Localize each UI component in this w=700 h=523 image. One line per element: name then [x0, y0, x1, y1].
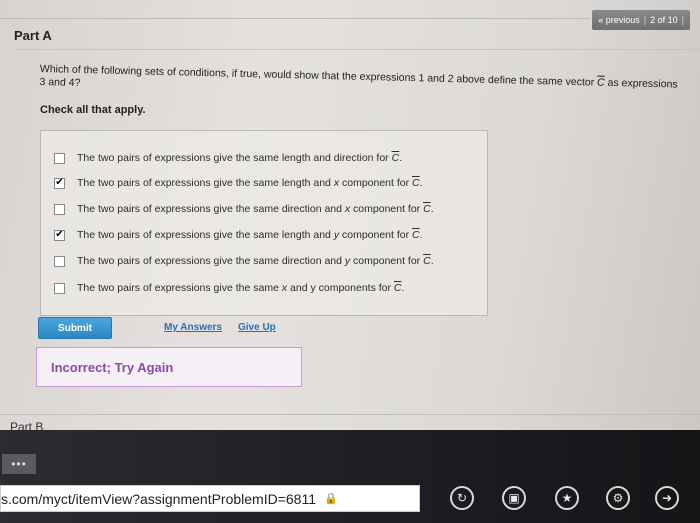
option-1-label: The two pairs of expressions give the sa…: [77, 152, 403, 164]
nav-separator: |: [643, 15, 647, 25]
option-4[interactable]: The two pairs of expressions give the sa…: [54, 229, 423, 241]
option-5[interactable]: The two pairs of expressions give the sa…: [54, 255, 434, 267]
more-options-button[interactable]: •••: [2, 454, 36, 474]
browser-app-bar: ••• s.com/myct/itemView?assignmentProble…: [0, 430, 700, 523]
url-text: s.com/myct/itemView?assignmentProblemID=…: [1, 490, 316, 507]
check-all-instruction: Check all that apply.: [40, 104, 146, 116]
option-2[interactable]: The two pairs of expressions give the sa…: [54, 177, 423, 189]
settings-wrench-icon[interactable]: ⚙: [606, 486, 630, 510]
option-6[interactable]: The two pairs of expressions give the sa…: [54, 282, 404, 294]
page-indicator: 2 of 10: [650, 15, 678, 25]
favorite-star-icon[interactable]: ★: [555, 486, 579, 510]
option-2-label: The two pairs of expressions give the sa…: [77, 177, 423, 189]
refresh-icon[interactable]: ↻: [450, 486, 474, 510]
feedback-message: Incorrect; Try Again: [51, 359, 174, 375]
part-a-divider: [14, 49, 700, 50]
give-up-link[interactable]: Give Up: [238, 322, 276, 333]
part-a-title: Part A: [14, 28, 52, 43]
tabs-icon[interactable]: ▣: [502, 486, 526, 510]
checkbox-2[interactable]: [54, 177, 65, 189]
checkbox-5[interactable]: [54, 255, 65, 267]
option-1[interactable]: The two pairs of expressions give the sa…: [54, 152, 402, 164]
submit-button[interactable]: Submit: [38, 317, 112, 339]
lock-icon: 🔒: [324, 493, 338, 505]
question-text: Which of the following sets of condition…: [39, 63, 678, 91]
part-b-divider: [0, 414, 700, 415]
option-6-label: The two pairs of expressions give the sa…: [77, 282, 405, 294]
top-divider: [0, 18, 590, 19]
address-bar[interactable]: s.com/myct/itemView?assignmentProblemID=…: [0, 485, 420, 512]
checkbox-3[interactable]: [54, 203, 65, 215]
option-5-label: The two pairs of expressions give the sa…: [77, 255, 434, 267]
feedback-box: Incorrect; Try Again: [36, 347, 302, 387]
option-3[interactable]: The two pairs of expressions give the sa…: [54, 203, 434, 215]
checkbox-1[interactable]: [54, 152, 65, 164]
my-answers-link[interactable]: My Answers: [164, 322, 222, 333]
forward-icon[interactable]: ➜: [655, 486, 679, 510]
pagination-nav: « previous | 2 of 10 |: [592, 10, 690, 30]
option-4-label: The two pairs of expressions give the sa…: [77, 229, 423, 241]
previous-link[interactable]: « previous: [598, 15, 640, 25]
checkbox-4[interactable]: [54, 229, 65, 241]
option-3-label: The two pairs of expressions give the sa…: [77, 203, 434, 215]
checkbox-6[interactable]: [54, 282, 65, 294]
nav-separator-end: |: [681, 15, 684, 25]
